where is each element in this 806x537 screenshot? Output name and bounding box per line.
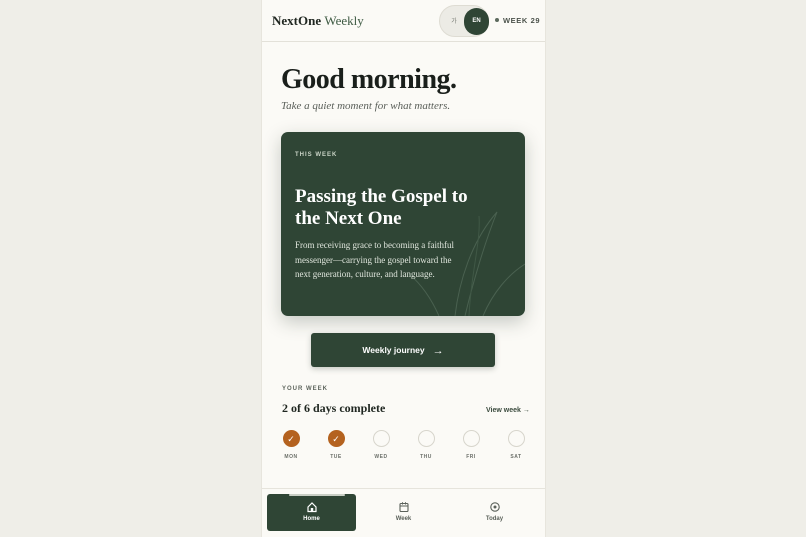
view-week-link[interactable]: View week → (486, 407, 530, 414)
progress-title: 2 of 6 days complete (282, 401, 386, 415)
your-week-label: YOUR WEEK (282, 386, 329, 392)
tab-home[interactable]: Home (267, 494, 356, 531)
day-label: FRI (466, 454, 476, 460)
day-thu[interactable]: THU (416, 430, 436, 460)
this-week-card[interactable]: THIS WEEK Passing the Gospel to the Next… (281, 132, 525, 316)
card-eyebrow: THIS WEEK (295, 152, 338, 158)
arrow-right-icon: → (432, 345, 444, 357)
empty-circle-icon (417, 430, 435, 447)
app-header: NextOne Weekly 가 EN WEEK 29 (262, 0, 545, 42)
language-option-en[interactable]: EN (464, 8, 489, 35)
brand-logo[interactable]: NextOne Weekly (272, 13, 364, 29)
active-tab-indicator (289, 494, 345, 496)
day-label: SAT (510, 454, 522, 460)
day-tracker: ✓ MON ✓ TUE WED THU FRI SAT (281, 430, 527, 464)
language-toggle[interactable]: 가 EN (439, 5, 489, 37)
day-fri[interactable]: FRI (461, 430, 481, 460)
checkmark-icon: ✓ (327, 430, 345, 447)
tab-week-label: Week (395, 516, 412, 522)
checkmark-icon: ✓ (282, 430, 300, 447)
tab-today-label: Today (485, 516, 504, 522)
calendar-icon (398, 502, 409, 513)
brand-name: NextOne (272, 13, 322, 28)
home-icon (306, 502, 317, 513)
day-label: MON (284, 454, 298, 460)
day-sat[interactable]: SAT (506, 430, 526, 460)
weekly-journey-label: Weekly journey (362, 345, 425, 355)
week-dot-icon (495, 18, 499, 23)
tab-week[interactable]: Week (359, 494, 448, 531)
day-wed[interactable]: WED (371, 430, 391, 460)
day-mon[interactable]: ✓ MON (281, 430, 301, 460)
language-option-ko[interactable]: 가 (446, 14, 462, 30)
day-label: WED (374, 454, 388, 460)
brand-accent: Weekly (324, 13, 364, 28)
card-description: From receiving grace to becoming a faith… (295, 240, 454, 279)
greeting-heading: Good morning. (281, 64, 457, 95)
tab-today[interactable]: Today (450, 494, 539, 531)
target-icon (489, 502, 500, 512)
week-badge: WEEK 29 (495, 16, 540, 25)
day-label: TUE (330, 454, 342, 460)
tab-home-label: Home (303, 516, 320, 522)
empty-circle-icon (372, 430, 390, 447)
day-label: THU (420, 454, 432, 460)
day-tue[interactable]: ✓ TUE (326, 430, 346, 460)
week-badge-label: WEEK 29 (503, 16, 541, 25)
empty-circle-icon (462, 430, 480, 447)
card-title: Passing the Gospel to the Next One (295, 186, 468, 229)
weekly-journey-button[interactable]: Weekly journey → (311, 333, 495, 367)
bottom-tab-bar: Home Week Today (262, 488, 545, 537)
greeting-subtitle: Take a quiet moment for what matters. (281, 100, 451, 112)
app-screen: NextOne Weekly 가 EN WEEK 29 Good morning… (262, 0, 545, 537)
empty-circle-icon (507, 430, 525, 447)
